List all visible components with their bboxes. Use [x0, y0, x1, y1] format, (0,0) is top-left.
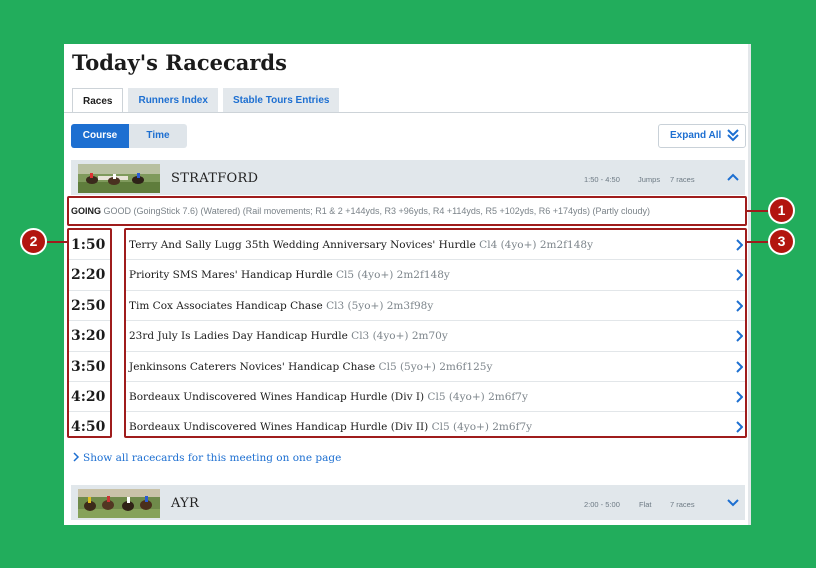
double-chevron-down-icon [727, 129, 739, 142]
show-all-racecards-link[interactable]: Show all racecards for this meeting on o… [72, 452, 341, 464]
callout-connector [747, 241, 769, 243]
times-highlight-box [67, 228, 112, 438]
meeting-race-count: 7 races [670, 500, 695, 509]
expand-all-button[interactable]: Expand All [658, 124, 746, 148]
chevron-down-icon[interactable] [727, 498, 739, 507]
meeting-race-type: Flat [639, 500, 652, 509]
chevron-up-icon[interactable] [727, 173, 739, 182]
going-highlight-box [67, 196, 747, 226]
callout-connector [46, 241, 67, 243]
page-title: Today's Racecards [72, 50, 287, 75]
tab-runners-index[interactable]: Runners Index [128, 88, 218, 113]
meeting-thumbnail-ayr [78, 489, 160, 518]
tab-stable-tours-entries[interactable]: Stable Tours Entries [222, 88, 340, 113]
view-toggle: Course Time [71, 124, 187, 148]
callout-badge: 1 [768, 197, 795, 224]
meeting-time-range: 2:00 - 5:00 [584, 500, 620, 509]
show-all-label: Show all racecards for this meeting on o… [83, 452, 342, 464]
chevron-right-small-icon [73, 452, 80, 462]
expand-all-label: Expand All [670, 130, 722, 141]
time-toggle-button[interactable]: Time [129, 124, 187, 148]
course-toggle-button[interactable]: Course [71, 124, 129, 148]
callout-connector [747, 210, 769, 212]
meeting-header-stratford[interactable]: STRATFORD 1:50 - 4:50 Jumps 7 races [71, 160, 745, 195]
meeting-header-ayr[interactable]: AYR 2:00 - 5:00 Flat 7 races [71, 485, 745, 520]
meeting-name: AYR [171, 496, 200, 511]
tab-races[interactable]: Races [72, 88, 124, 113]
callout-badge: 2 [20, 228, 47, 255]
tab-bar: Races Runners Index Stable Tours Entries [72, 88, 344, 113]
meeting-time-range: 1:50 - 4:50 [584, 175, 620, 184]
meeting-race-count: 7 races [670, 175, 695, 184]
tabs-divider [64, 112, 748, 113]
races-highlight-box [124, 228, 747, 438]
meeting-name: STRATFORD [171, 171, 259, 186]
callout-badge: 3 [768, 228, 795, 255]
meeting-race-type: Jumps [638, 175, 661, 184]
meeting-thumbnail-stratford [78, 164, 160, 193]
